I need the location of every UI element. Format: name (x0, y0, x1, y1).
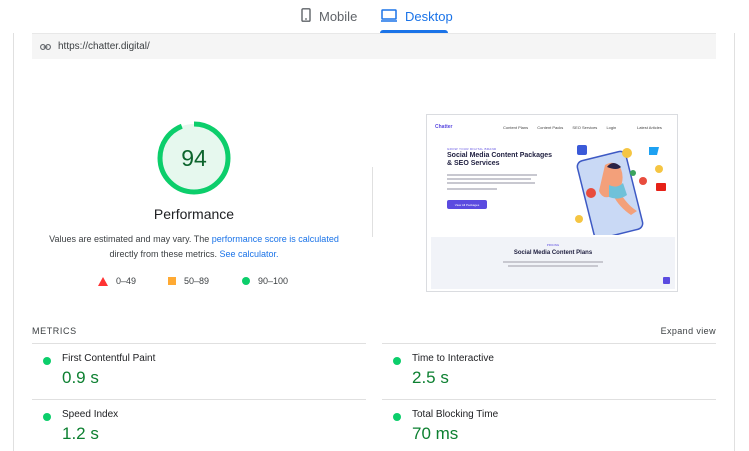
thumbnail-band-title: Social Media Content Plans (513, 250, 593, 256)
metric-name: Speed Index (62, 409, 119, 420)
pass-dot-icon (393, 413, 401, 421)
metric-value: 70 ms (412, 424, 459, 443)
tab-desktop[interactable]: Desktop (380, 0, 453, 33)
score-calculated-link[interactable]: performance score is calculated (212, 234, 339, 244)
thumbnail-logo: Chatter (435, 124, 453, 130)
metrics-title: METRICS (32, 326, 77, 336)
metrics-header: METRICS Expand view (32, 323, 716, 343)
tab-mobile[interactable]: Mobile (301, 0, 357, 33)
desc-mid: directly from these metrics. (109, 249, 220, 259)
see-calculator-link[interactable]: See calculator. (219, 249, 278, 259)
thumbnail-nav: Chatter Content Plans Content Packs SEO … (433, 124, 673, 132)
score-legend: 0–49 50–89 90–100 (14, 276, 374, 290)
thumbnail-nav-item: Content Plans (503, 125, 529, 130)
phone-icon (301, 8, 311, 25)
metric-first-contentful-paint: First Contentful Paint 0.9 s (32, 343, 366, 397)
legend-average-range: 50–89 (184, 276, 210, 286)
report-card: https://chatter.digital/ 94 Performance … (13, 33, 735, 451)
tab-desktop-label: Desktop (405, 9, 453, 24)
link-icon (40, 43, 51, 50)
pass-dot-icon (43, 413, 51, 421)
pass-dot-icon (393, 357, 401, 365)
monitor-icon (381, 8, 397, 25)
legend-pass-range: 90–100 (258, 276, 289, 286)
legend-fail: 0–49 (98, 276, 136, 286)
thumbnail-nav-right: Latest Articles (637, 125, 662, 130)
performance-label: Performance (153, 206, 235, 222)
metric-value: 1.2 s (62, 424, 99, 443)
thumbnail-hero-sub: GROW YOUR DIGITAL BRAND (447, 147, 497, 151)
desc-prefix: Values are estimated and may vary. The (49, 234, 212, 244)
section-divider (372, 167, 373, 237)
device-tabs: Mobile Desktop (0, 0, 749, 33)
metric-value: 2.5 s (412, 368, 449, 387)
legend-average: 50–89 (168, 276, 209, 286)
legend-fail-range: 0–49 (116, 276, 137, 286)
metric-speed-index: Speed Index 1.2 s (32, 399, 366, 451)
thumbnail-hero-title: Social Media Content Packages & SEO Serv… (447, 152, 553, 167)
metric-total-blocking-time: Total Blocking Time 70 ms (382, 399, 716, 451)
metric-value: 0.9 s (62, 368, 99, 387)
score-description: Values are estimated and may vary. The p… (34, 232, 354, 262)
red-triangle-icon (98, 276, 108, 286)
legend-pass: 90–100 (242, 276, 288, 286)
thumbnail-band-text (503, 261, 603, 269)
thumbnail-nav-item: Login (606, 125, 617, 130)
metric-time-to-interactive: Time to Interactive 2.5 s (382, 343, 716, 397)
thumbnail-page: Chatter Content Plans Content Packs SEO … (431, 119, 675, 289)
metric-name: Total Blocking Time (412, 409, 499, 420)
thumbnail-cta-button: View All Packages (447, 200, 487, 209)
thumbnail-nav-item: SEO Services (572, 125, 598, 130)
thumbnail-nav-item: Content Packs (537, 125, 564, 130)
green-circle-icon (242, 277, 250, 285)
thumbnail-hero-illustration (561, 139, 673, 240)
page-screenshot-thumbnail: Chatter Content Plans Content Packs SEO … (426, 114, 678, 292)
performance-gauge: 94 (157, 121, 231, 195)
thumbnail-pricing-band: PRICING Social Media Content Plans (431, 237, 675, 289)
pass-dot-icon (43, 357, 51, 365)
thumbnail-nav-items: Content Plans Content Packs SEO Services… (503, 125, 624, 130)
tab-mobile-label: Mobile (319, 9, 358, 24)
metric-name: Time to Interactive (412, 353, 494, 364)
url-bar: https://chatter.digital/ (32, 33, 716, 59)
orange-square-icon (168, 277, 176, 285)
thumbnail-hero-text (447, 174, 537, 190)
tested-url[interactable]: https://chatter.digital/ (58, 41, 150, 52)
thumbnail-band-sub: PRICING (546, 243, 560, 247)
performance-score: 94 (181, 144, 207, 171)
expand-view-toggle[interactable]: Expand view (661, 326, 716, 336)
thumbnail-chat-widget (663, 277, 670, 284)
metric-name: First Contentful Paint (62, 353, 156, 364)
